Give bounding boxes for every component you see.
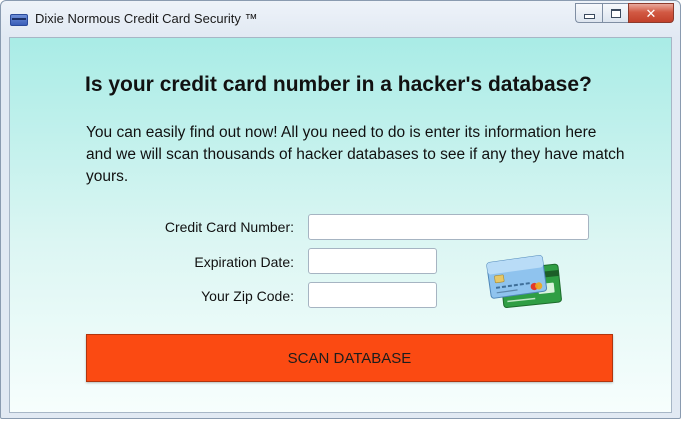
app-window: Dixie Normous Credit Card Security ™ ✕ I…	[0, 0, 681, 419]
scan-database-button[interactable]: SCAN DATABASE	[86, 334, 613, 382]
minimize-button[interactable]	[575, 3, 602, 23]
title-bar[interactable]: Dixie Normous Credit Card Security ™ ✕	[1, 1, 680, 37]
maximize-icon	[610, 8, 621, 18]
credit-cards-icon	[486, 255, 562, 309]
close-button[interactable]: ✕	[628, 3, 674, 23]
minimize-icon	[583, 13, 595, 19]
close-icon: ✕	[645, 5, 657, 21]
zip-code-field[interactable]	[308, 282, 437, 308]
credit-card-icon	[10, 14, 28, 26]
main-panel: Is your credit card number in a hacker's…	[9, 37, 672, 413]
window-controls: ✕	[575, 3, 674, 25]
page-title: Is your credit card number in a hacker's…	[85, 73, 592, 96]
card-number-field[interactable]	[308, 214, 589, 240]
intro-text: You can easily find out now! All you nee…	[86, 124, 625, 185]
card-number-label: Credit Card Number:	[164, 219, 294, 235]
maximize-button[interactable]	[602, 3, 628, 23]
zip-code-label: Your Zip Code:	[201, 288, 294, 304]
expiration-label: Expiration Date:	[194, 254, 294, 270]
window-title: Dixie Normous Credit Card Security ™	[35, 11, 258, 26]
expiration-field[interactable]	[308, 248, 437, 274]
